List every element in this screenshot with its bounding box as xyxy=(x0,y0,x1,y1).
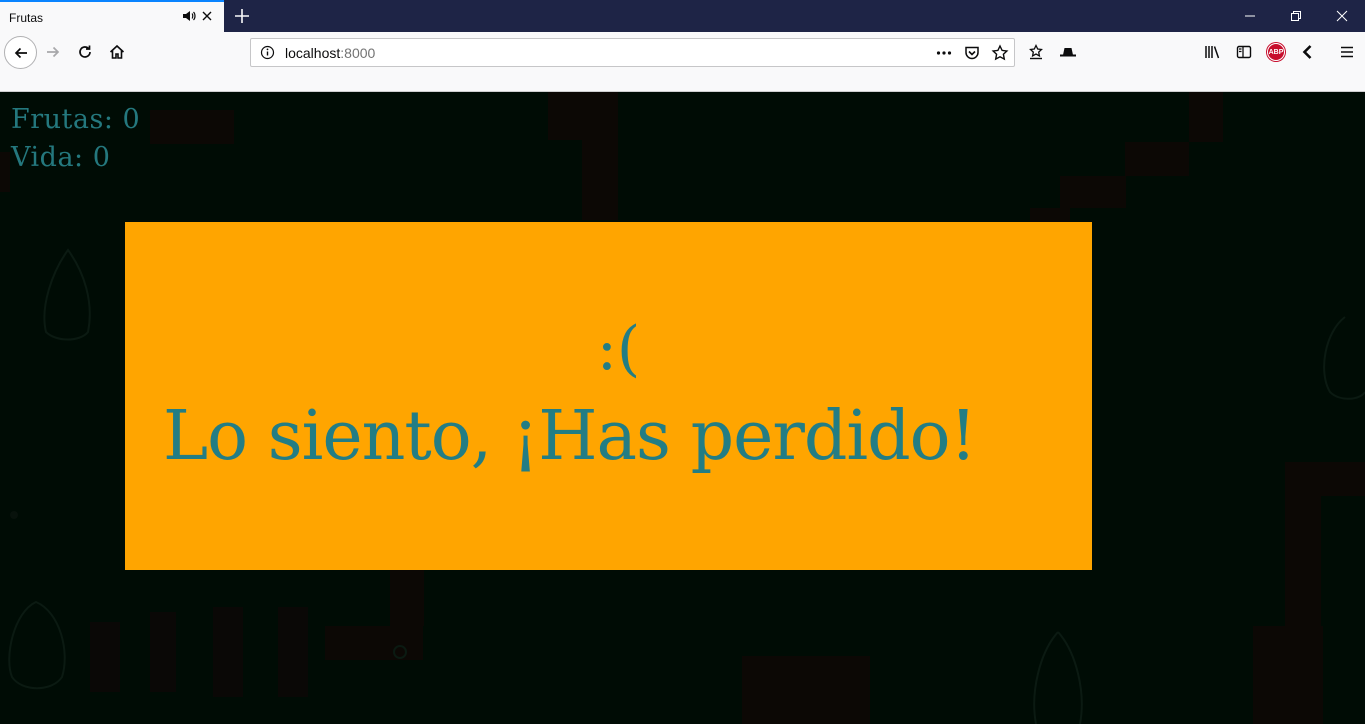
tab-title: Frutas xyxy=(9,11,44,25)
forward-icon[interactable] xyxy=(41,40,65,64)
private-hat-icon[interactable] xyxy=(1056,40,1080,64)
minimize-icon[interactable] xyxy=(1227,0,1273,32)
tab-frutas[interactable]: Frutas xyxy=(0,0,224,32)
back-arrow-icon xyxy=(14,47,27,58)
toolbar-spacer xyxy=(0,72,1365,92)
fruit-counter: Frutas: 0 xyxy=(11,104,141,135)
url-port: :8000 xyxy=(340,45,376,61)
new-tab-icon[interactable] xyxy=(230,4,254,28)
adblock-icon[interactable]: ABP xyxy=(1267,43,1285,61)
url-text: localhost:8000 xyxy=(285,45,375,61)
pocket-icon[interactable] xyxy=(963,44,981,67)
restore-icon[interactable] xyxy=(1273,0,1319,32)
bookmark-star-icon[interactable] xyxy=(991,44,1009,67)
game-canvas[interactable]: Frutas: 0 Vida: 0 :( Lo siento, ¡Has per… xyxy=(0,92,1365,724)
game-over-dialog: :( Lo siento, ¡Has perdido! xyxy=(125,222,1092,570)
sad-face-emoticon: :( xyxy=(596,314,641,384)
life-counter: Vida: 0 xyxy=(11,142,111,173)
bookmarks-menu-icon[interactable] xyxy=(1024,40,1048,64)
library-icon[interactable] xyxy=(1200,40,1224,64)
game-over-message: Lo siento, ¡Has perdido! xyxy=(163,397,977,476)
close-window-icon[interactable] xyxy=(1319,0,1365,32)
url-host: localhost xyxy=(285,45,341,61)
close-tab-icon[interactable] xyxy=(199,8,215,24)
speaker-icon[interactable] xyxy=(181,8,197,24)
sidebar-icon[interactable] xyxy=(1232,40,1256,64)
chevron-left-icon[interactable] xyxy=(1296,40,1320,64)
back-button[interactable] xyxy=(4,36,37,69)
tab-strip: Frutas xyxy=(0,0,1365,32)
reload-icon[interactable] xyxy=(73,40,97,64)
page-actions-icon[interactable] xyxy=(935,44,953,67)
home-icon[interactable] xyxy=(105,40,129,64)
info-icon[interactable] xyxy=(260,45,275,65)
hamburger-menu-icon[interactable] xyxy=(1335,40,1359,64)
url-bar[interactable]: localhost:8000 xyxy=(250,38,1015,67)
